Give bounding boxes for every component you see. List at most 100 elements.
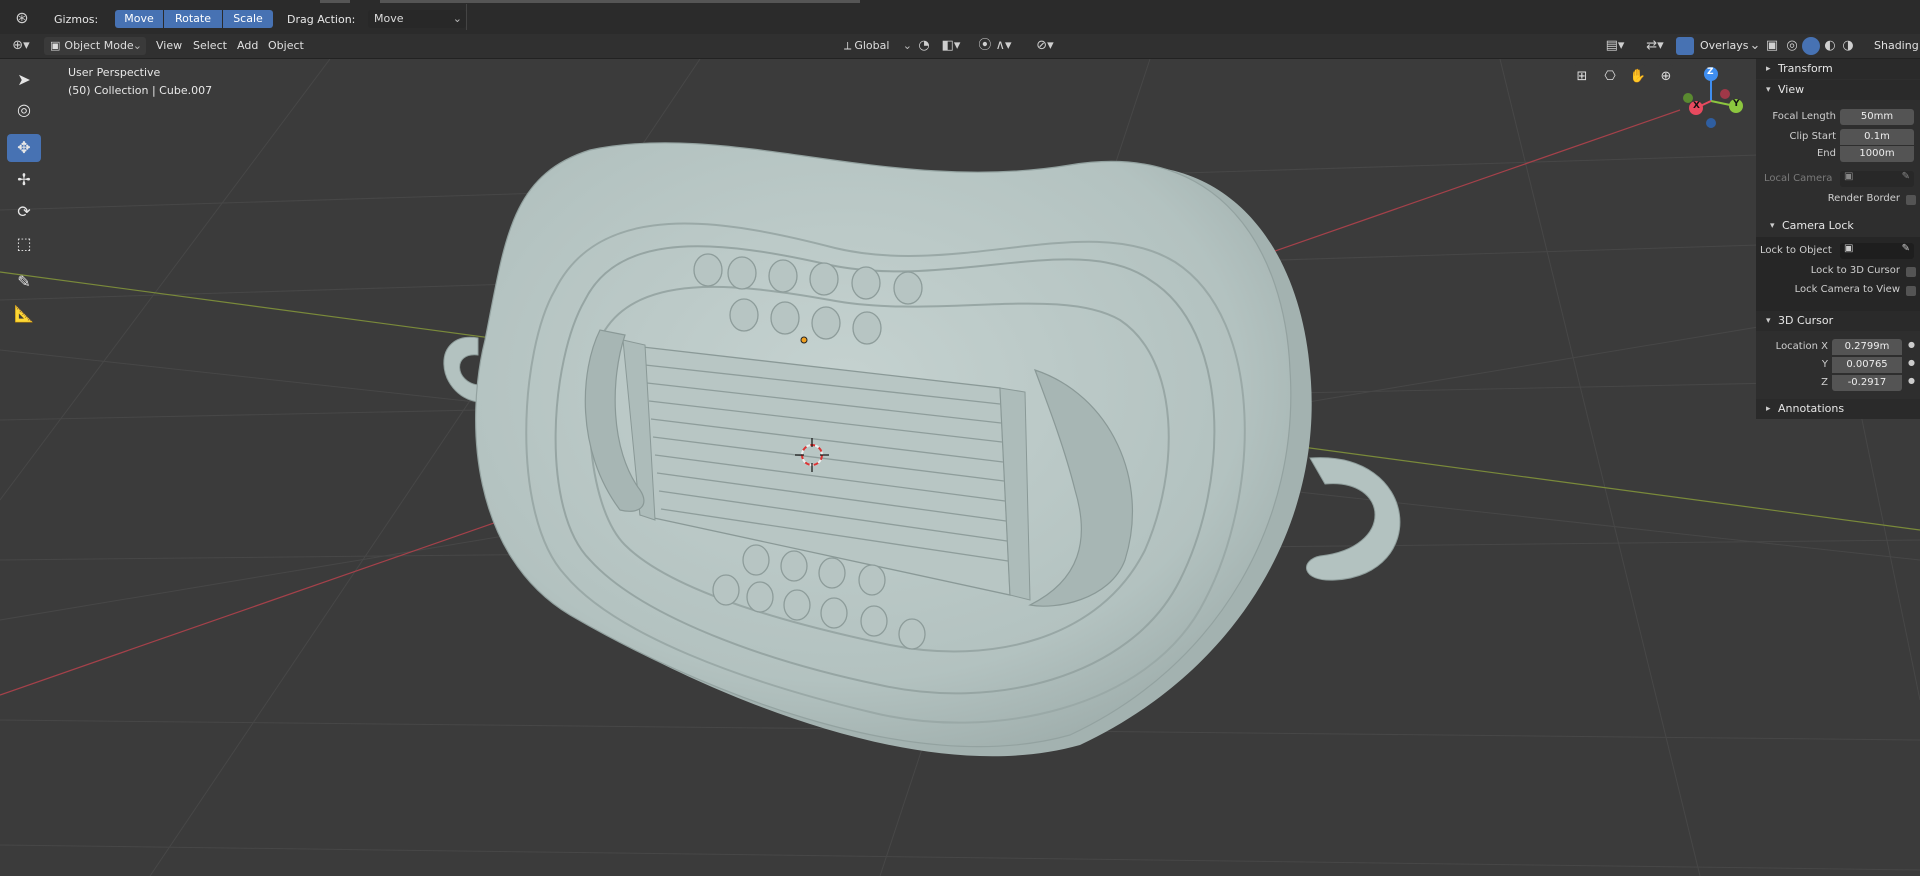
gizmos-label: Gizmos: [54,13,99,26]
drag-action-value: Move [374,12,404,25]
viewport-header: ⊕▾ ▣ Object Mode ⌄ View Select Add Object… [0,34,1920,59]
sidebar-n-panel: ▸ Transform ▾ View Focal Length 50mm Clip … [1756,59,1920,419]
wireframe-shading-icon[interactable]: ◎ [1784,37,1800,55]
tab-strip-edge [320,0,350,3]
lock-to-object-field[interactable]: ▣ ✎ [1840,243,1914,259]
render-border-checkbox[interactable] [1906,195,1916,205]
eyedropper-icon[interactable]: ✎ [1902,243,1910,254]
panel-transform-header[interactable]: ▸ Transform [1756,59,1920,79]
solid-shading-icon[interactable] [1802,37,1820,55]
tab-strip-edge [380,0,860,3]
chevron-right-icon: ▸ [1766,64,1771,74]
gizmo-move-button[interactable]: Move [115,10,163,28]
chevron-down-icon: ▾ [1770,221,1775,231]
camera-view-icon[interactable]: ⎔ [1597,64,1623,90]
mode-dropdown[interactable]: ▣ Object Mode ⌄ [44,37,146,55]
snap-icon[interactable]: ◧▾ [936,37,966,55]
transform-affect-icon[interactable]: ⊘▾ [1030,37,1060,55]
object-mode-icon: ▣ [50,39,61,52]
menu-select[interactable]: Select [187,37,233,55]
object-picker-icon: ▣ [1844,243,1854,254]
scale-tool-icon[interactable]: ⬚ [7,230,41,258]
chevron-down-icon: ▾ [1766,85,1771,95]
chevron-down-icon: ⌄ [902,39,912,52]
orientation-icon: ⟂ [844,39,852,52]
panel-title: View [1778,83,1805,96]
cursor-tool-icon[interactable]: ◎ [7,96,41,124]
panel-title: Transform [1778,62,1833,75]
xray-icon[interactable]: ▣ [1764,37,1780,55]
chevron-down-icon: ⌄ [452,12,462,25]
menu-view[interactable]: View [150,37,188,55]
zoom-icon[interactable]: ⊕ [1653,64,1679,90]
pivot-icon[interactable]: ◔ [916,37,932,55]
gizmo-y-label: Y [1733,99,1740,109]
panel-3d-cursor-header[interactable]: ▾ 3D Cursor [1756,311,1920,331]
gizmo-rotate-button[interactable]: Rotate [164,10,222,28]
clip-end-field[interactable]: 1000m [1840,146,1914,162]
mode-value: Object Mode [64,39,134,52]
select-box-tool-icon[interactable]: ➤ [7,66,41,94]
focal-length-field[interactable]: 50mm [1840,109,1914,125]
lock-camera-to-view-label: Lock Camera to View [1794,284,1900,295]
object-picker-icon: ▣ [1844,171,1854,182]
lock-camera-to-view-checkbox[interactable] [1906,286,1916,296]
panel-camera-lock-header[interactable]: ▾ Camera Lock [1756,216,1920,236]
render-border-label: Render Border [1827,193,1900,204]
proportional-edit-icon[interactable]: ⦿ ∧▾ [972,37,1018,55]
drag-action-dropdown[interactable]: Move ⌄ [368,10,466,28]
chevron-down-icon[interactable]: ⌄ [1748,37,1762,55]
rendered-shading-icon[interactable]: ◑ [1840,37,1856,55]
panel-title: 3D Cursor [1778,314,1834,327]
gizmo-toggle-icon[interactable]: ⇄▾ [1640,37,1670,55]
move-tool-icon[interactable]: ✢ [7,166,41,194]
eyedropper-icon[interactable]: ✎ [1902,171,1910,182]
toggle-camera-view-icon[interactable]: ⊞ [1569,64,1595,90]
panel-view-header[interactable]: ▾ View [1756,80,1920,100]
lock-to-3d-cursor-checkbox[interactable] [1906,267,1916,277]
annotate-tool-icon[interactable]: ✎ [7,268,41,296]
focal-length-label: Focal Length [1772,111,1836,122]
mesh-cube-007[interactable] [443,142,1401,757]
blender-logo-icon[interactable]: ⊛ [12,9,32,27]
transform-tool-icon[interactable]: ✥ [7,134,41,162]
local-camera-field[interactable]: ▣ ✎ [1840,171,1914,187]
chevron-down-icon: ▾ [1766,316,1771,326]
keyframe-dot-icon[interactable]: ● [1908,340,1915,349]
keyframe-dot-icon[interactable]: ● [1908,358,1915,367]
shading-dropdown[interactable]: Shading [1868,37,1920,55]
keyframe-dot-icon[interactable]: ● [1908,376,1915,385]
rotate-tool-icon[interactable]: ⟳ [7,198,41,226]
lock-to-object-label: Lock to Object [1760,245,1832,256]
separator [466,4,467,30]
chevron-right-icon: ▸ [1766,404,1771,414]
lock-to-3d-cursor-label: Lock to 3D Cursor [1810,265,1900,276]
collection-info-label: (50) Collection | Cube.007 [68,84,213,97]
transform-orientation-dropdown[interactable]: ⟂ Global ⌄ [838,37,916,55]
gizmo-scale-button[interactable]: Scale [223,10,273,28]
pan-hand-icon[interactable]: ✋ [1625,64,1651,90]
gizmo-z-label: Z [1707,67,1714,77]
material-shading-icon[interactable]: ◐ [1822,37,1838,55]
location-x-field[interactable]: 0.2799m [1832,339,1902,355]
panel-title: Camera Lock [1782,219,1854,232]
view-object-types-icon[interactable]: ▤▾ [1600,37,1630,55]
location-y-field[interactable]: 0.00765 [1832,357,1902,373]
object-origin-icon [800,336,808,344]
local-camera-label: Local Camera [1764,173,1833,184]
clip-start-label: Clip Start [1789,131,1837,142]
overlays-dropdown[interactable]: Overlays [1694,37,1755,55]
overlays-toggle-icon[interactable] [1676,37,1694,55]
editor-type-icon[interactable]: ⊕▾ [8,37,34,55]
menu-add[interactable]: Add [231,37,264,55]
measure-tool-icon[interactable]: 📐 [7,300,41,328]
viewport-canvas [0,59,1920,876]
panel-title: Annotations [1778,402,1845,415]
3d-viewport[interactable]: User Perspective (50) Collection | Cube.… [0,59,1920,876]
location-x-label: Location X [1775,341,1828,352]
menu-object[interactable]: Object [262,37,310,55]
location-z-field[interactable]: -0.2917 [1832,375,1902,391]
panel-annotations-header[interactable]: ▸ Annotations [1756,399,1920,419]
gizmo-x-label: X [1693,101,1700,111]
clip-start-field[interactable]: 0.1m [1840,129,1914,145]
